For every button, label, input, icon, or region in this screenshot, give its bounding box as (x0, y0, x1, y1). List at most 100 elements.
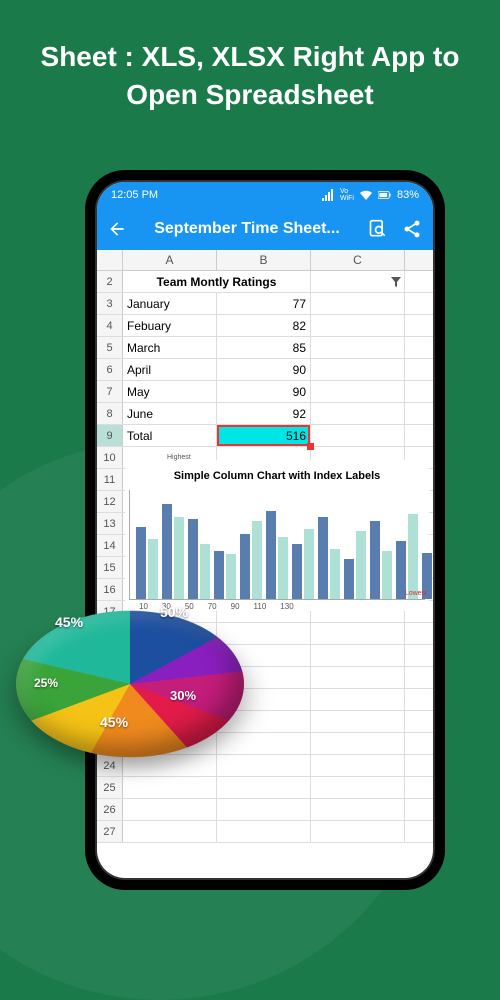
signal-icon (321, 189, 335, 201)
pie-label: 50% (160, 604, 188, 620)
cell[interactable] (311, 777, 405, 798)
cell[interactable] (217, 777, 311, 798)
phone-screen: 12:05 PM VoWiFi 83% September Time Sheet… (97, 182, 433, 878)
cell[interactable]: Febuary (123, 315, 217, 336)
search-in-doc-button[interactable] (367, 219, 389, 239)
wifi-icon (359, 189, 373, 201)
row-number[interactable]: 25 (97, 777, 123, 798)
row-number[interactable]: 2 (97, 271, 123, 292)
table-header-cell[interactable]: Team Montly Ratings (123, 271, 311, 292)
cell[interactable]: June (123, 403, 217, 424)
cell[interactable] (311, 293, 405, 314)
table-row[interactable]: 3 January 77 (97, 293, 433, 315)
table-row[interactable]: 24 (97, 755, 433, 777)
table-row[interactable]: 8 June 92 (97, 403, 433, 425)
cell[interactable] (311, 689, 405, 710)
cell[interactable] (311, 711, 405, 732)
row-number[interactable]: 13 (97, 513, 123, 534)
share-button[interactable] (401, 219, 423, 239)
table-row[interactable]: 7 May 90 (97, 381, 433, 403)
pie-label: 30% (170, 688, 196, 703)
cell[interactable] (217, 821, 311, 842)
cell[interactable] (311, 799, 405, 820)
selected-cell[interactable]: 516 (217, 425, 311, 446)
row-number[interactable]: 12 (97, 491, 123, 512)
table-row[interactable]: 5 March 85 (97, 337, 433, 359)
cell[interactable] (311, 755, 405, 776)
chart-title: Simple Column Chart with Index Labels (129, 470, 425, 482)
row-number[interactable]: 26 (97, 799, 123, 820)
table-row[interactable]: 27 (97, 821, 433, 843)
bar-chart-area (129, 490, 425, 600)
table-header-label: Team Montly Ratings (157, 275, 277, 289)
row-number[interactable]: 16 (97, 579, 123, 600)
status-time: 12:05 PM (111, 189, 158, 201)
chart-annotation-highest: Highest (167, 454, 191, 461)
cell[interactable] (123, 777, 217, 798)
cell[interactable] (311, 821, 405, 842)
cell[interactable]: January (123, 293, 217, 314)
cell[interactable] (311, 403, 405, 424)
row-number[interactable]: 5 (97, 337, 123, 358)
cell[interactable] (311, 315, 405, 336)
cell[interactable] (311, 623, 405, 644)
phone-frame: 12:05 PM VoWiFi 83% September Time Sheet… (85, 170, 445, 890)
volte-icon: VoWiFi (340, 188, 354, 202)
cell[interactable] (311, 337, 405, 358)
cell[interactable]: 77 (217, 293, 311, 314)
column-chart: Simple Column Chart with Index Labels Hi… (125, 460, 429, 611)
cell[interactable]: March (123, 337, 217, 358)
cell[interactable] (217, 799, 311, 820)
cell[interactable] (123, 821, 217, 842)
back-button[interactable] (107, 219, 127, 239)
cell[interactable] (311, 667, 405, 688)
row-number[interactable]: 6 (97, 359, 123, 380)
document-title: September Time Sheet... (139, 220, 355, 238)
col-header-c[interactable]: C (311, 250, 405, 270)
cell[interactable]: April (123, 359, 217, 380)
cell[interactable] (311, 645, 405, 666)
cell[interactable]: 85 (217, 337, 311, 358)
filter-icon[interactable] (391, 277, 401, 287)
table-row[interactable]: 4 Febuary 82 (97, 315, 433, 337)
table-row[interactable]: 2 Team Montly Ratings (97, 271, 433, 293)
pie-label: 45% (55, 614, 83, 630)
cell[interactable]: 90 (217, 381, 311, 402)
cell[interactable] (311, 425, 405, 446)
cell[interactable]: 92 (217, 403, 311, 424)
cell[interactable]: Total (123, 425, 217, 446)
cell[interactable]: 90 (217, 359, 311, 380)
cell[interactable] (311, 381, 405, 402)
row-number[interactable]: 14 (97, 535, 123, 556)
status-icons: VoWiFi 83% (321, 188, 419, 202)
cell[interactable] (311, 359, 405, 380)
row-number[interactable]: 15 (97, 557, 123, 578)
status-bar: 12:05 PM VoWiFi 83% (97, 182, 433, 208)
battery-icon (378, 189, 392, 201)
cell[interactable] (311, 733, 405, 754)
table-row[interactable]: 26 (97, 799, 433, 821)
cell[interactable]: 82 (217, 315, 311, 336)
app-bar: September Time Sheet... (97, 208, 433, 250)
row-number[interactable]: 7 (97, 381, 123, 402)
table-row[interactable]: 6 April 90 (97, 359, 433, 381)
column-headers[interactable]: A B C (97, 250, 433, 271)
col-header-a[interactable]: A (123, 250, 217, 270)
table-row[interactable]: 25 (97, 777, 433, 799)
row-number[interactable]: 24 (97, 755, 123, 776)
row-number[interactable]: 3 (97, 293, 123, 314)
row-number[interactable]: 27 (97, 821, 123, 842)
cell[interactable]: May (123, 381, 217, 402)
pie-label: 25% (34, 676, 58, 690)
table-row-total[interactable]: 9 Total 516 (97, 425, 433, 447)
row-number[interactable]: 4 (97, 315, 123, 336)
pie-label: 45% (100, 714, 128, 730)
row-number[interactable]: 8 (97, 403, 123, 424)
cell[interactable] (123, 755, 217, 776)
col-header-b[interactable]: B (217, 250, 311, 270)
cell[interactable] (217, 755, 311, 776)
row-number[interactable]: 11 (97, 469, 123, 490)
cell[interactable] (123, 799, 217, 820)
row-number[interactable]: 10 (97, 447, 123, 468)
row-number[interactable]: 9 (97, 425, 123, 446)
